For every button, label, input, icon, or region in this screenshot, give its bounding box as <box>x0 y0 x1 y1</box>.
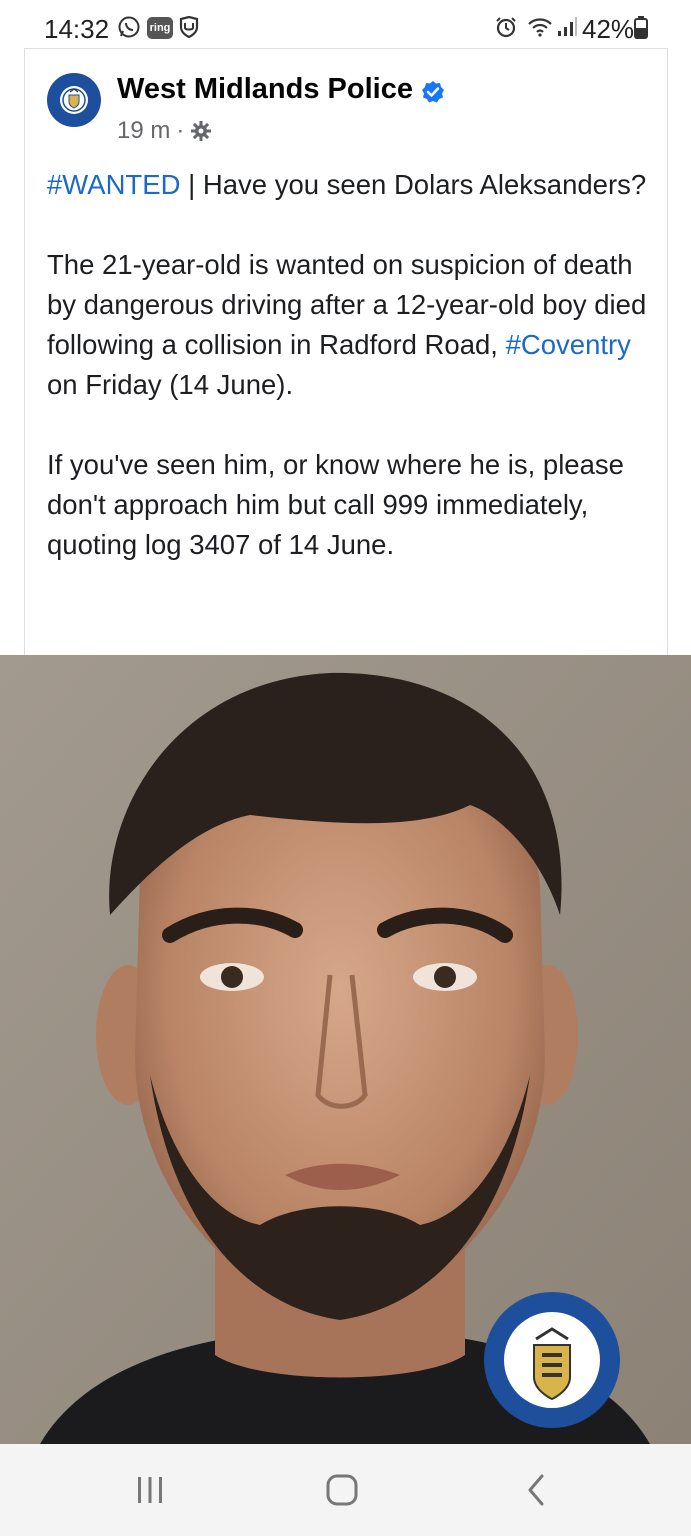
paragraph-1-text: | Have you seen Dolars Aleksanders? <box>180 169 647 200</box>
shield-icon <box>178 14 200 40</box>
post-photo[interactable] <box>0 655 691 1444</box>
hashtag-coventry[interactable]: #Coventry <box>506 329 631 360</box>
navigation-bar <box>0 1444 691 1536</box>
gear-icon <box>190 120 212 142</box>
verified-badge-icon <box>421 80 445 104</box>
whatsapp-icon <box>116 14 142 40</box>
battery-icon <box>634 14 648 40</box>
battery-percent: 42% <box>582 14 635 44</box>
hashtag-wanted[interactable]: #WANTED <box>47 169 180 200</box>
home-icon[interactable] <box>318 1472 366 1508</box>
paragraph-2-text-after: on Friday (14 June). <box>47 369 294 400</box>
post-meta: 19 m · <box>117 117 212 145</box>
ring-icon: ring <box>147 17 173 39</box>
page-avatar[interactable] <box>47 73 101 127</box>
alarm-icon <box>495 14 517 40</box>
post-time[interactable]: 19 m <box>117 117 170 145</box>
recent-apps-icon[interactable] <box>126 1472 174 1508</box>
post-paragraph-2: The 21-year-old is wanted on suspicion o… <box>47 245 657 405</box>
meta-separator: · <box>176 117 185 144</box>
signal-icon <box>556 14 578 40</box>
page-name[interactable]: West Midlands Police <box>117 73 413 106</box>
back-icon[interactable] <box>516 1472 556 1508</box>
post-card: West Midlands Police 19 m · #WANTED | Ha… <box>24 48 668 656</box>
post-paragraph-3: If you've seen him, or know where he is,… <box>47 449 624 560</box>
police-crest-icon <box>51 77 97 123</box>
post-text: #WANTED | Have you seen Dolars Aleksande… <box>47 165 657 605</box>
police-seal-logo <box>484 1292 620 1428</box>
post-paragraph-1: #WANTED | Have you seen Dolars Aleksande… <box>47 165 657 205</box>
status-time: 14:32 <box>44 14 110 44</box>
wifi-icon <box>527 14 553 40</box>
